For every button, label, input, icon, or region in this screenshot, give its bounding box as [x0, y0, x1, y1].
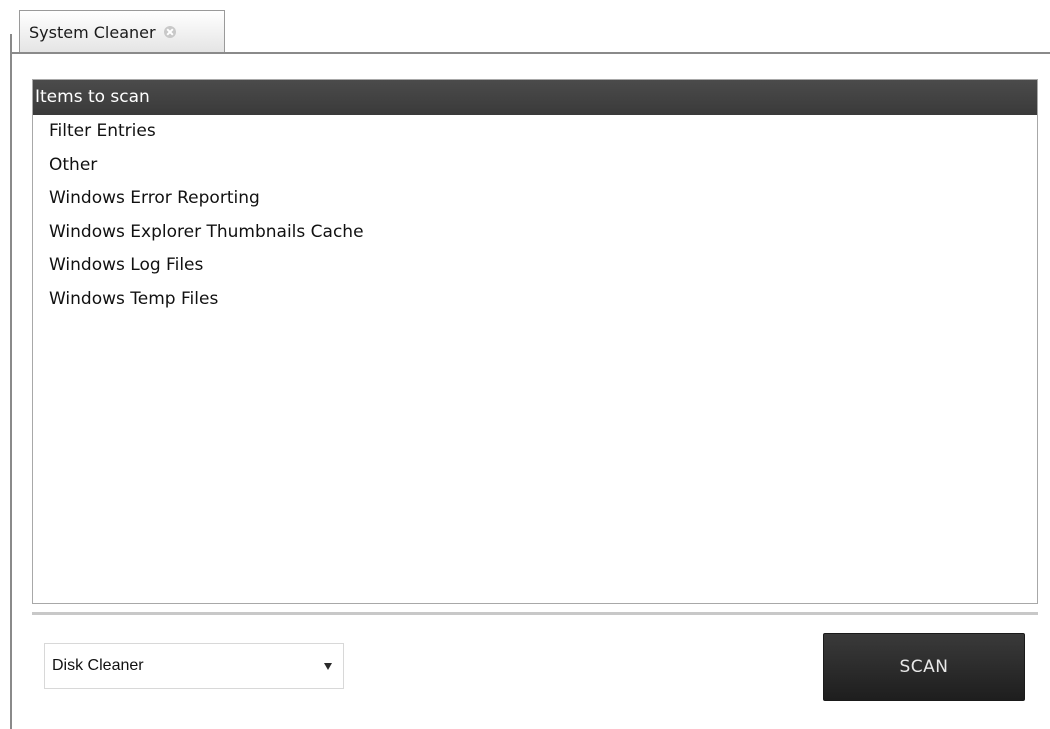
list-item[interactable]: Windows Temp Files	[33, 283, 1037, 317]
separator	[32, 612, 1038, 615]
list-item[interactable]: Other	[33, 149, 1037, 183]
system-cleaner-window: System Cleaner Items to scan Filter Entr…	[0, 0, 1050, 729]
cleaner-type-select[interactable]: Disk Cleaner	[44, 643, 344, 689]
items-to-scan-list[interactable]: Items to scan Filter Entries Other Windo…	[32, 79, 1038, 604]
list-item[interactable]: Windows Explorer Thumbnails Cache	[33, 216, 1037, 250]
list-item[interactable]: Windows Error Reporting	[33, 182, 1037, 216]
scan-button[interactable]: SCAN	[823, 633, 1025, 701]
close-icon[interactable]	[163, 26, 176, 38]
tab-label: System Cleaner	[29, 22, 156, 42]
select-value: Disk Cleaner	[52, 657, 144, 674]
list-header: Items to scan	[33, 80, 1037, 115]
list-item[interactable]: Filter Entries	[33, 115, 1037, 149]
window-left-border	[10, 34, 12, 729]
list-item[interactable]: Windows Log Files	[33, 249, 1037, 283]
tab-strip-border	[10, 52, 1050, 54]
tab-strip: System Cleaner	[0, 0, 1050, 54]
tab-system-cleaner[interactable]: System Cleaner	[19, 10, 225, 53]
list-items: Filter Entries Other Windows Error Repor…	[33, 115, 1037, 316]
chevron-down-icon	[324, 662, 332, 670]
